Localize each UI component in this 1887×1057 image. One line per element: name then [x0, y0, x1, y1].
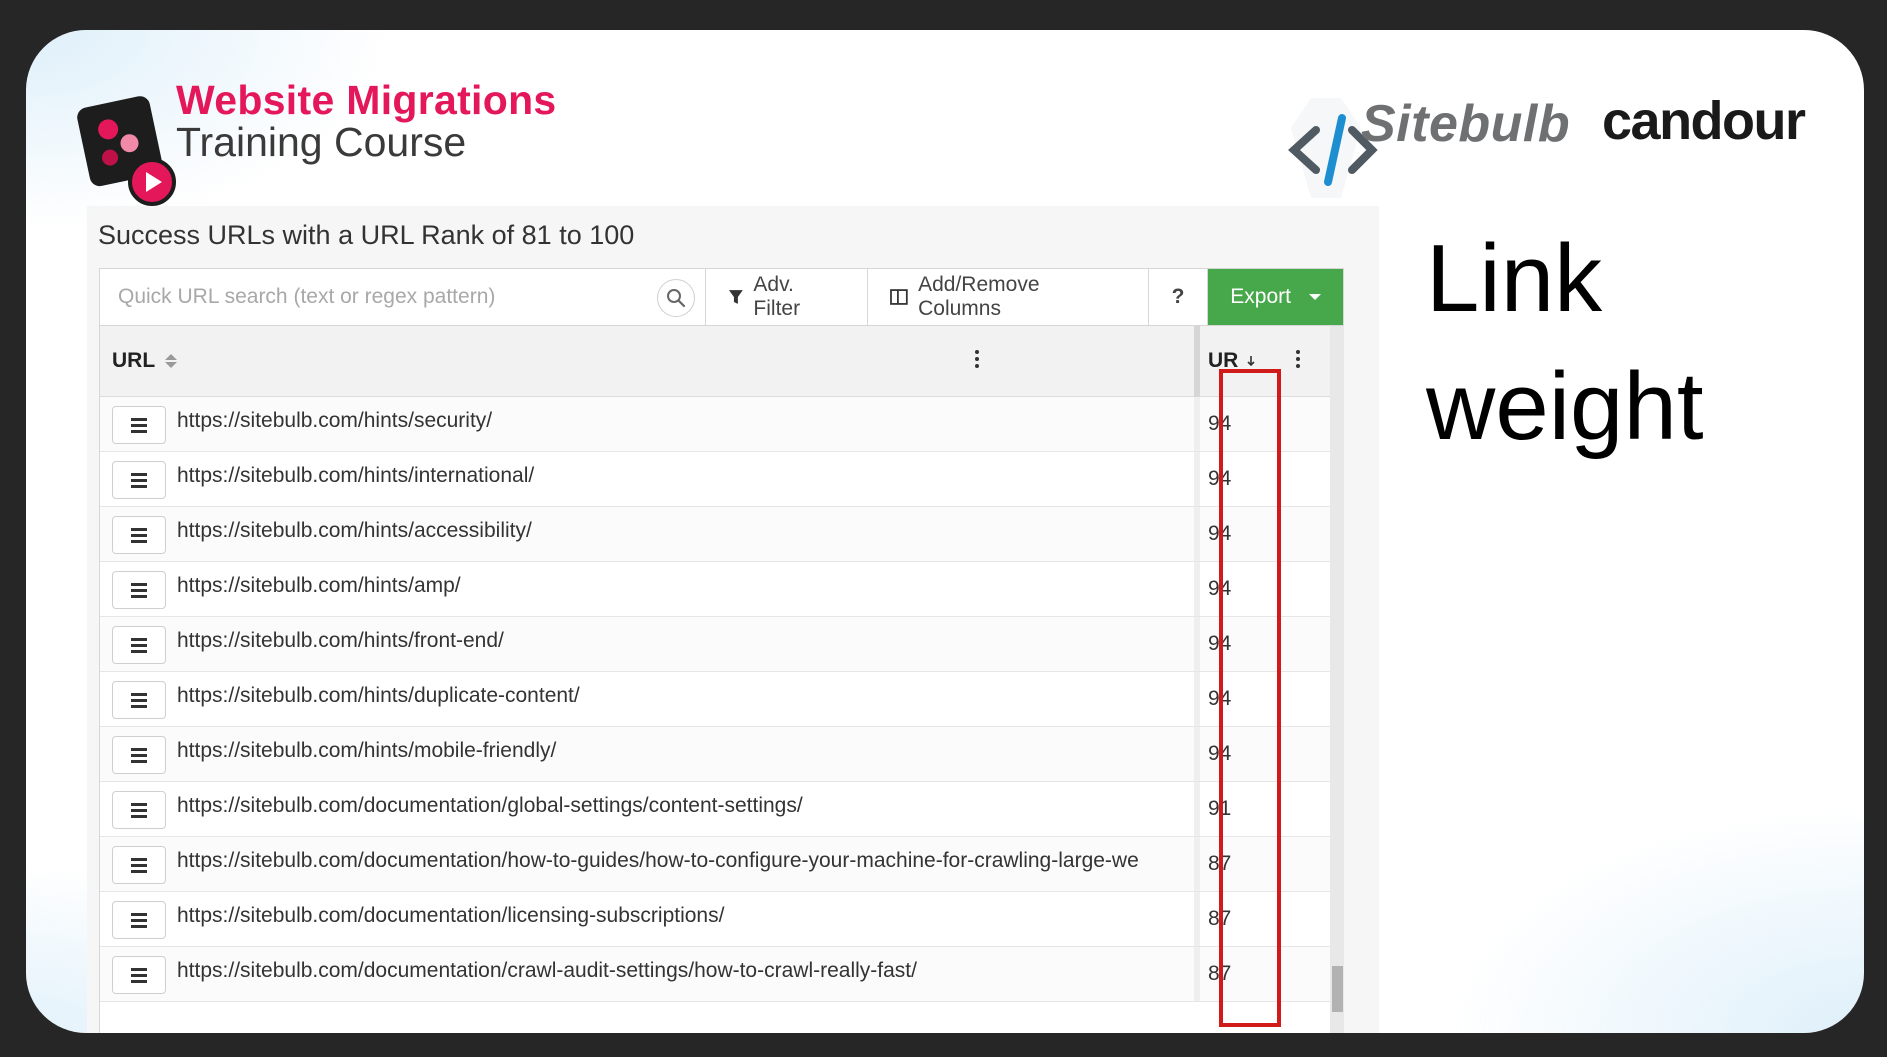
table-row: https://sitebulb.com/hints/duplicate-con…: [100, 672, 1330, 727]
export-label: Export: [1230, 285, 1291, 308]
table-row: https://sitebulb.com/documentation/how-t…: [100, 837, 1330, 892]
hamburger-icon: [131, 637, 147, 653]
url-report-panel: Success URLs with a URL Rank of 81 to 10…: [87, 206, 1379, 1033]
row-menu-button[interactable]: [112, 571, 166, 609]
course-title-line1: Website Migrations: [176, 77, 557, 123]
search-icon: [666, 289, 685, 308]
scrollbar-thumb[interactable]: [1332, 966, 1343, 1012]
row-divider: [1194, 397, 1200, 451]
hamburger-icon: [131, 912, 147, 928]
row-divider: [1194, 507, 1200, 561]
columns-label: Add/Remove Columns: [918, 273, 1040, 320]
row-menu-button[interactable]: [112, 791, 166, 829]
row-url[interactable]: https://sitebulb.com/documentation/how-t…: [177, 849, 1187, 873]
table-row: https://sitebulb.com/hints/security/ 94: [100, 397, 1330, 452]
columns-icon: [890, 289, 909, 305]
row-divider: [1194, 727, 1200, 781]
hamburger-icon: [131, 472, 147, 488]
hamburger-icon: [131, 857, 147, 873]
hamburger-icon: [131, 582, 147, 598]
hamburger-icon: [131, 967, 147, 983]
add-remove-columns-button[interactable]: Add/Remove Columns: [868, 269, 1149, 325]
help-label: ?: [1171, 285, 1185, 308]
row-divider: [1194, 837, 1200, 891]
ur-column-highlight-box: [1219, 369, 1281, 1027]
hamburger-icon: [131, 692, 147, 708]
candour-wordmark: candour: [1602, 91, 1806, 151]
hamburger-icon: [131, 747, 147, 763]
row-url[interactable]: https://sitebulb.com/hints/security/: [177, 409, 1187, 433]
search-box: [100, 269, 706, 325]
row-url[interactable]: https://sitebulb.com/hints/duplicate-con…: [177, 684, 1187, 708]
row-menu-button[interactable]: [112, 516, 166, 554]
row-url[interactable]: https://sitebulb.com/hints/international…: [177, 464, 1187, 488]
row-menu-button[interactable]: [112, 681, 166, 719]
row-divider: [1194, 782, 1200, 836]
help-button[interactable]: ?: [1149, 269, 1209, 325]
adv-filter-label: Adv. Filter: [753, 273, 801, 320]
row-url[interactable]: https://sitebulb.com/hints/amp/: [177, 574, 1187, 598]
table-row: https://sitebulb.com/hints/front-end/ 94: [100, 617, 1330, 672]
row-menu-button[interactable]: [112, 461, 166, 499]
side-title-text: Link weight: [1426, 225, 1704, 460]
table-row: https://sitebulb.com/documentation/licen…: [100, 892, 1330, 947]
row-url[interactable]: https://sitebulb.com/documentation/licen…: [177, 904, 1187, 928]
row-divider: [1194, 672, 1200, 726]
course-title: Website Migrations Training Course: [176, 80, 557, 163]
table-row: https://sitebulb.com/hints/amp/ 94: [100, 562, 1330, 617]
table-row: https://sitebulb.com/hints/international…: [100, 452, 1330, 507]
row-url[interactable]: https://sitebulb.com/hints/front-end/: [177, 629, 1187, 653]
column-header-url[interactable]: URL: [112, 349, 178, 373]
sort-desc-icon: [1247, 356, 1255, 367]
url-column-menu-icon[interactable]: [975, 350, 979, 368]
row-divider: [1194, 947, 1200, 1001]
chevron-down-icon: [1308, 294, 1321, 300]
sort-icon: [165, 354, 178, 368]
sitebulb-wordmark: Sitebulb: [1361, 95, 1571, 153]
course-title-line2: Training Course: [176, 119, 467, 165]
row-menu-button[interactable]: [112, 626, 166, 664]
row-divider: [1194, 452, 1200, 506]
url-table: URL UR https://sitebulb.com/hints/securi…: [99, 326, 1344, 1033]
row-url[interactable]: https://sitebulb.com/hints/mobile-friend…: [177, 739, 1187, 763]
toolbar: Adv. Filter Add/Remove Columns ? Export: [99, 268, 1344, 326]
row-menu-button[interactable]: [112, 846, 166, 884]
row-menu-button[interactable]: [112, 736, 166, 774]
table-header: URL UR: [100, 326, 1330, 397]
slide-side-title: Link weight: [1426, 215, 1756, 471]
search-button[interactable]: [656, 279, 695, 317]
hamburger-icon: [131, 802, 147, 818]
row-menu-button[interactable]: [112, 956, 166, 994]
column-header-url-label: URL: [112, 349, 156, 372]
row-menu-button[interactable]: [112, 901, 166, 939]
row-divider: [1194, 892, 1200, 946]
row-url[interactable]: https://sitebulb.com/documentation/crawl…: [177, 959, 1187, 983]
panel-title: Success URLs with a URL Rank of 81 to 10…: [98, 220, 635, 250]
row-divider: [1194, 562, 1200, 616]
search-input[interactable]: [118, 281, 638, 313]
table-row: https://sitebulb.com/documentation/crawl…: [100, 947, 1330, 1002]
slide-card: Website Migrations Training Course Siteb…: [26, 30, 1864, 1033]
table-row: https://sitebulb.com/documentation/globa…: [100, 782, 1330, 837]
adv-filter-button[interactable]: Adv. Filter: [706, 269, 869, 325]
export-button[interactable]: Export: [1208, 269, 1343, 325]
course-logo-icon: [77, 96, 176, 206]
hamburger-icon: [131, 417, 147, 433]
row-divider: [1194, 617, 1200, 671]
ur-column-menu-icon[interactable]: [1296, 350, 1300, 368]
filter-icon: [728, 290, 743, 304]
table-row: https://sitebulb.com/hints/mobile-friend…: [100, 727, 1330, 782]
row-url[interactable]: https://sitebulb.com/documentation/globa…: [177, 794, 1187, 818]
hamburger-icon: [131, 527, 147, 543]
vertical-scrollbar[interactable]: [1330, 326, 1344, 1033]
table-row: https://sitebulb.com/hints/accessibility…: [100, 507, 1330, 562]
column-divider[interactable]: [1194, 326, 1200, 397]
row-url[interactable]: https://sitebulb.com/hints/accessibility…: [177, 519, 1187, 543]
row-menu-button[interactable]: [112, 406, 166, 444]
table-body: https://sitebulb.com/hints/security/ 94 …: [100, 397, 1330, 1002]
